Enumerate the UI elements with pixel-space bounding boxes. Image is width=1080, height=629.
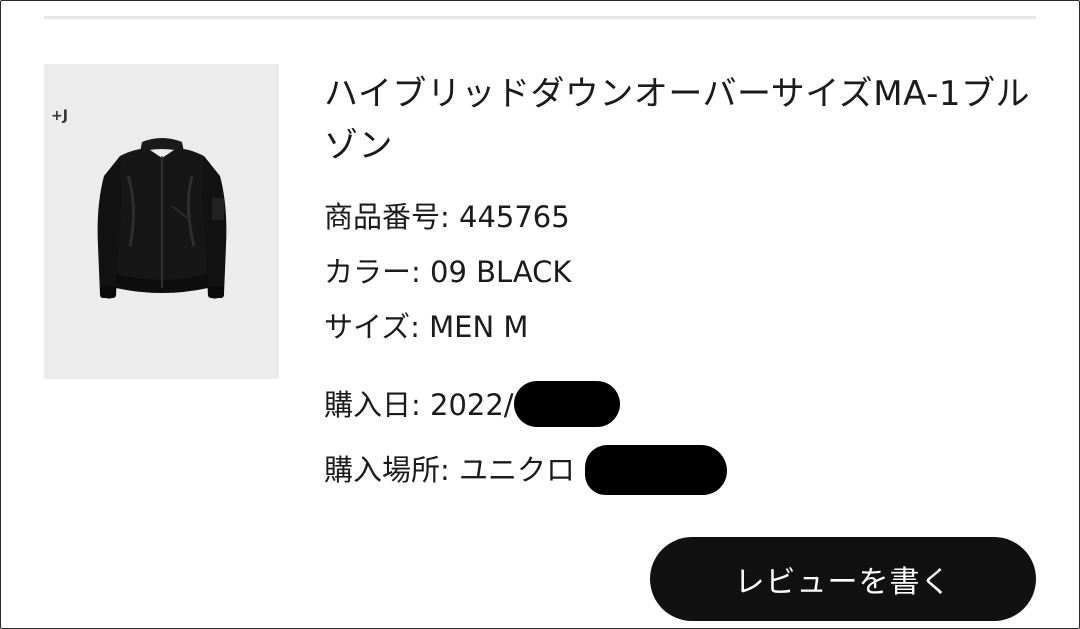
product-number-value: 445765: [459, 200, 570, 234]
redaction-mark: [513, 381, 620, 427]
product-title[interactable]: ハイブリッドダウンオーバーサイズMA-1ブルゾン: [324, 68, 1036, 172]
product-number-label: 商品番号:: [324, 200, 459, 234]
product-color-label: カラー:: [324, 255, 430, 289]
jacket-icon: [97, 138, 227, 299]
product-color-value: 09 BLACK: [430, 255, 572, 289]
purchase-place: 購入場所: ユニクロ: [324, 445, 728, 497]
product-size-label: サイズ:: [324, 310, 430, 344]
brand-mark: +J: [51, 108, 68, 124]
purchase-place-value: ユニクロ: [459, 453, 576, 487]
write-review-button[interactable]: レビューを書く: [650, 537, 1036, 621]
redaction-mark: [585, 445, 728, 495]
purchase-date: 購入日: 2022/: [324, 381, 620, 430]
purchase-date-value: 2022/: [430, 388, 514, 422]
purchase-date-label: 購入日:: [324, 388, 430, 422]
top-divider: [44, 16, 1036, 19]
product-number: 商品番号: 445765: [324, 197, 570, 237]
product-size: サイズ: MEN M: [324, 307, 528, 347]
purchase-place-label: 購入場所:: [324, 453, 459, 487]
product-color: カラー: 09 BLACK: [324, 252, 571, 292]
product-size-value: MEN M: [429, 310, 529, 344]
product-image[interactable]: +J: [44, 64, 279, 379]
